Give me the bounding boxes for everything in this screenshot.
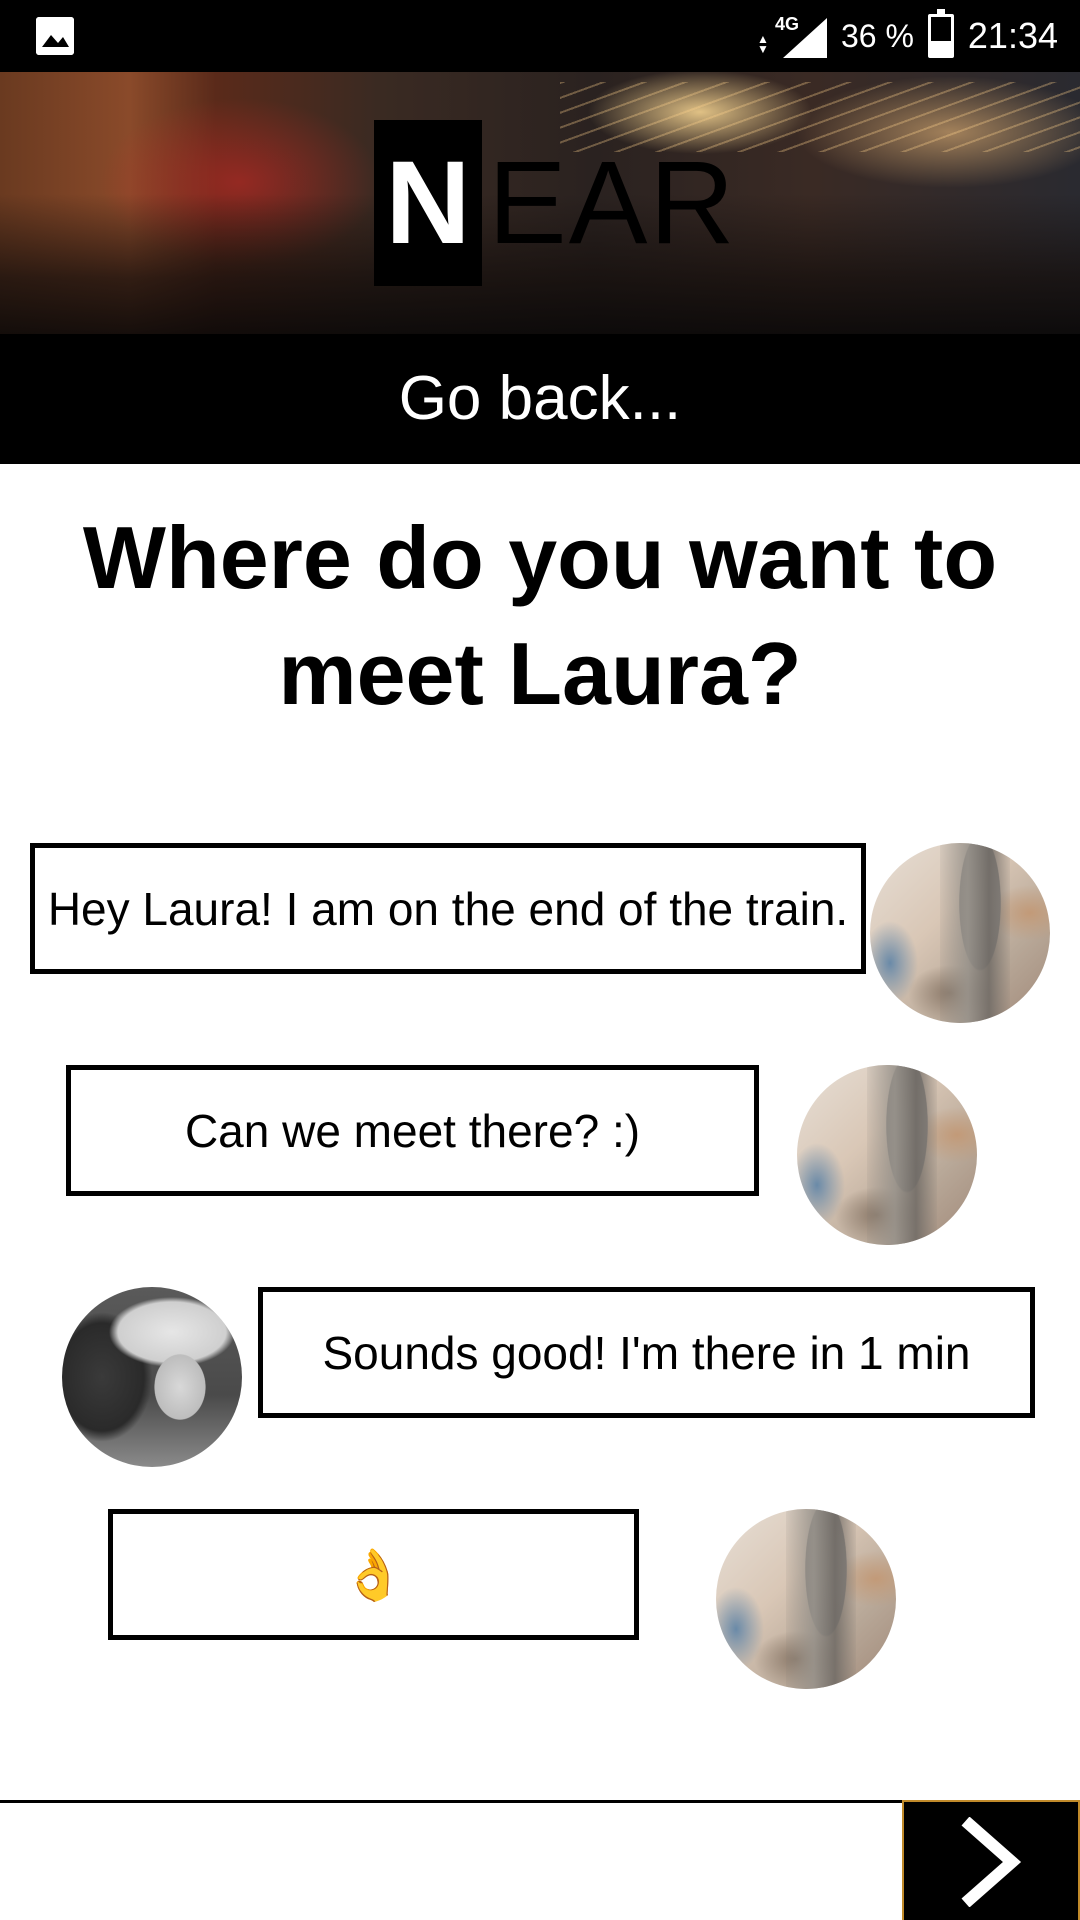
avatar: [716, 1509, 896, 1689]
header-banner: N EAR: [0, 72, 1080, 334]
page-title: Where do you want to meet Laura?: [82, 508, 998, 723]
message-bubble: Hey Laura! I am on the end of the train.: [30, 843, 866, 974]
logo-text: EAR: [488, 137, 737, 269]
battery-icon: [927, 9, 954, 58]
go-back-button[interactable]: Go back...: [0, 334, 1080, 464]
app-logo: N EAR: [374, 120, 737, 286]
avatar: [870, 843, 1050, 1023]
gallery-icon: [36, 17, 74, 55]
chevron-right-icon: [961, 1816, 1022, 1907]
signal-icon: [782, 18, 827, 58]
message-text: Can we meet there? :): [184, 1104, 641, 1157]
message-text: Hey Laura! I am on the end of the train.: [47, 882, 849, 935]
ok-hand-icon: 👌: [342, 1546, 405, 1603]
logo-initial: N: [374, 120, 482, 286]
status-indicators: ▲ ▼ 4G 36 % 21:34: [757, 0, 1058, 72]
send-button[interactable]: [902, 1800, 1080, 1920]
message-text: Sounds good! I'm there in 1 min: [322, 1326, 971, 1379]
status-bar: ▲ ▼ 4G 36 % 21:34: [0, 0, 1080, 72]
message-bubble: Can we meet there? :): [66, 1065, 759, 1196]
message-bubble: 👌: [108, 1509, 639, 1640]
avatar: [797, 1065, 977, 1245]
data-arrows-icon: ▲ ▼: [756, 32, 769, 56]
message-bubble: Sounds good! I'm there in 1 min: [258, 1287, 1035, 1418]
battery-percent: 36 %: [840, 17, 914, 54]
message-composer: [0, 1800, 1080, 1920]
network-indicator: ▲ ▼ 4G: [757, 14, 827, 58]
battery-fill: [930, 41, 951, 55]
message-input[interactable]: [0, 1803, 900, 1920]
clock: 21:34: [967, 15, 1058, 56]
avatar-laura: [62, 1287, 242, 1467]
